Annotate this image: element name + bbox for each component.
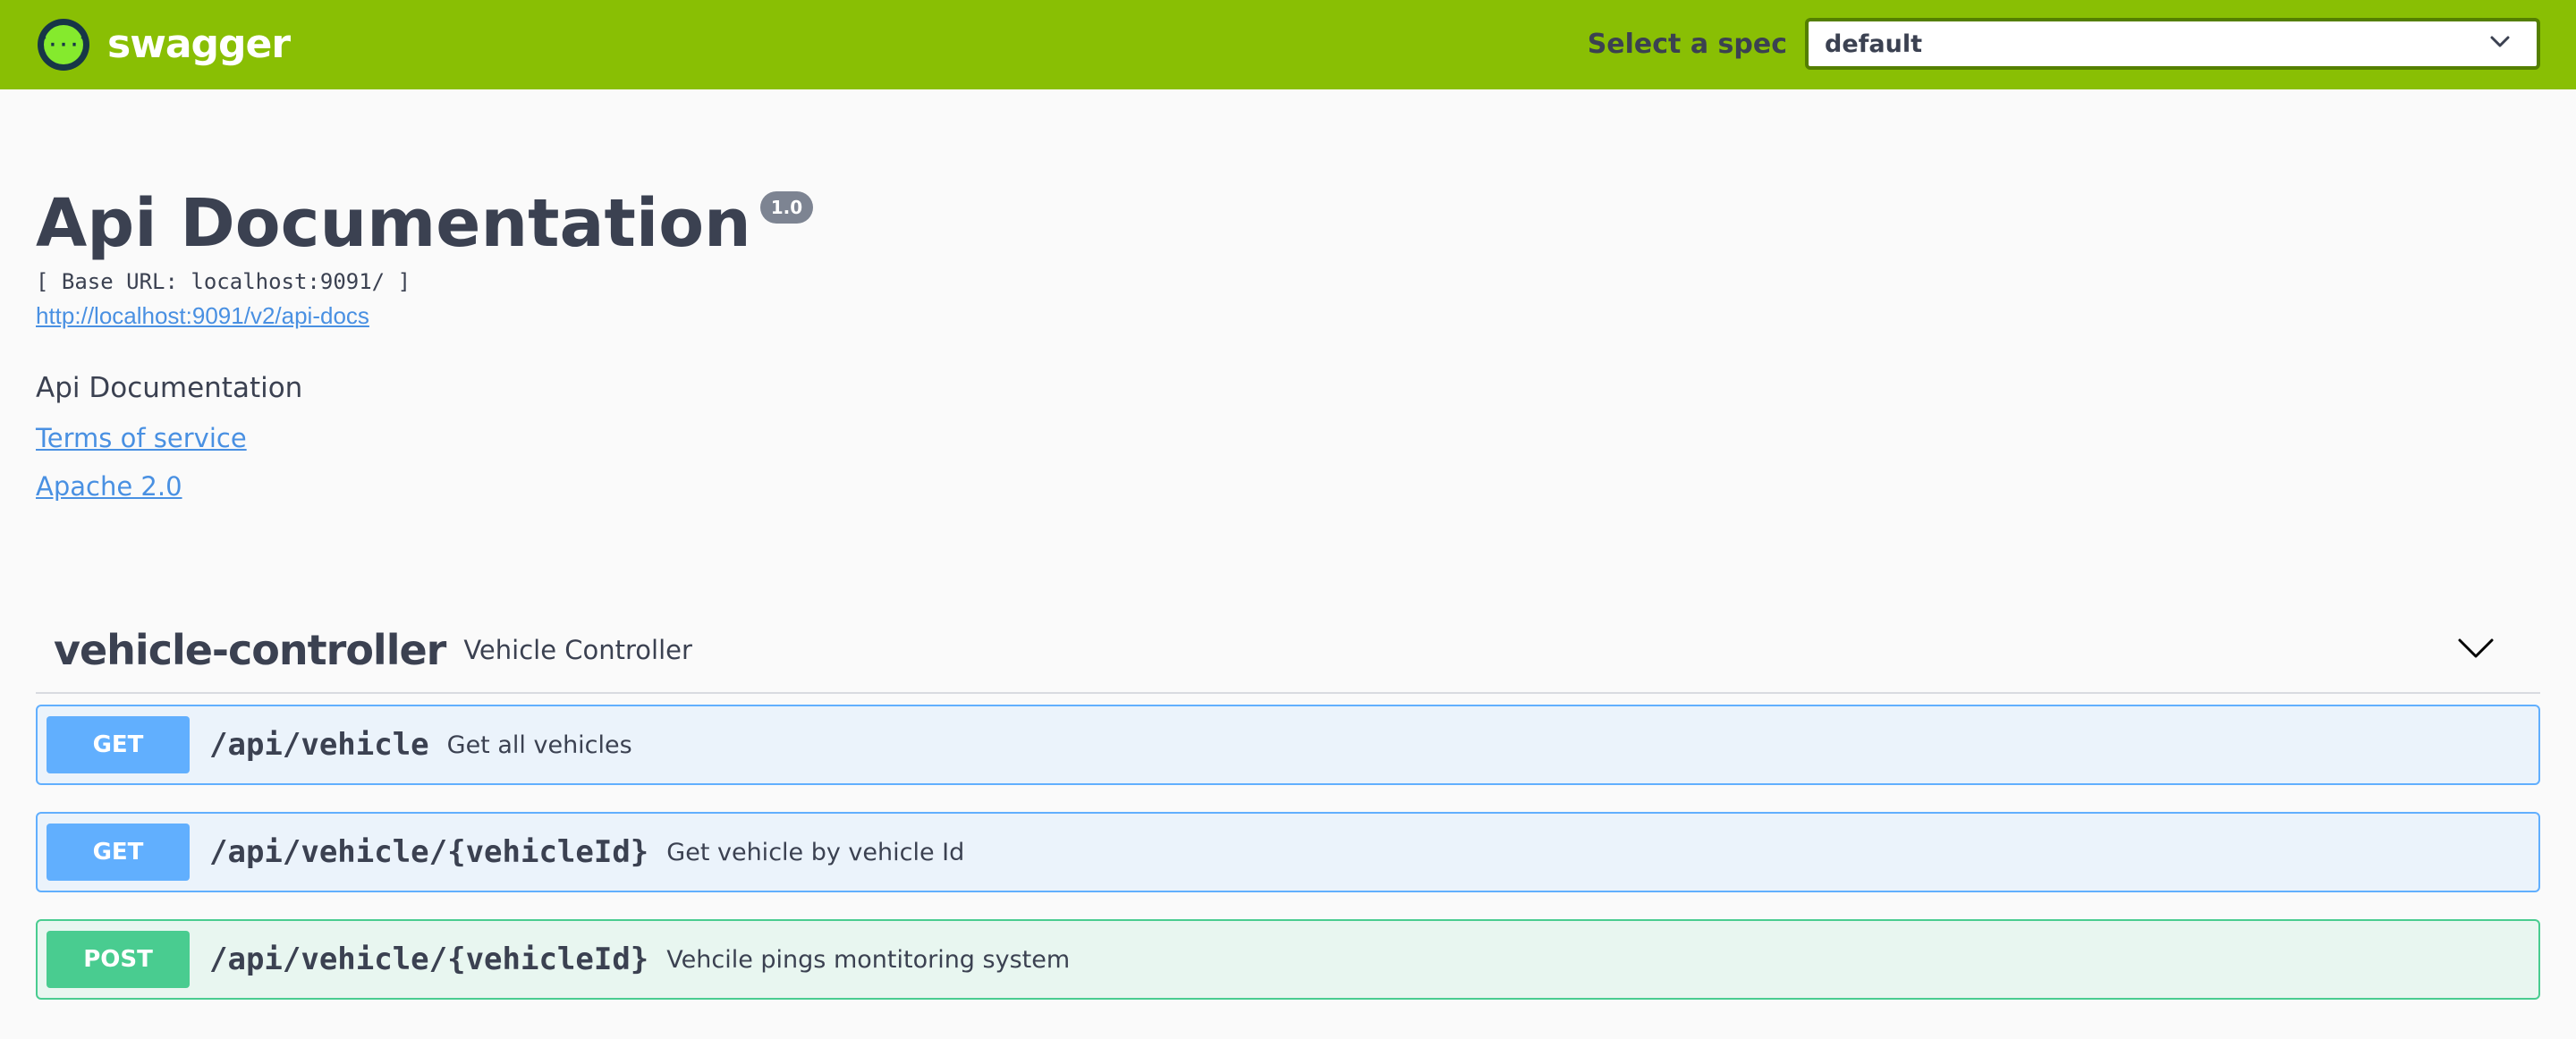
svg-text:{···}: {···} (38, 34, 89, 55)
spec-select-label: Select a spec (1587, 29, 1787, 60)
base-url: [ Base URL: localhost:9091/ ] (36, 269, 411, 294)
operation-summary: Get vehicle by vehicle Id (666, 838, 965, 866)
method-badge: POST (47, 931, 190, 988)
method-badge: GET (47, 716, 190, 773)
topbar: {···} swagger Select a spec default (0, 0, 2576, 89)
chevron-down-icon (2490, 36, 2510, 53)
api-docs-link[interactable]: http://localhost:9091/v2/api-docs (36, 300, 369, 331)
spec-select-value: default (1825, 30, 1922, 58)
swagger-logo[interactable]: {···} swagger (38, 18, 291, 72)
operation-path: /api/vehicle/{vehicleId} (209, 942, 649, 977)
tag-header-vehicle-controller[interactable]: vehicle-controller Vehicle Controller (36, 608, 2540, 694)
chevron-down-icon[interactable] (2456, 635, 2496, 663)
operation-get-api-vehicle[interactable]: GET /api/vehicle Get all vehicles (36, 705, 2540, 785)
swagger-logo-icon: {···} (38, 19, 89, 71)
method-badge: GET (47, 824, 190, 881)
logo-text: swagger (107, 21, 291, 67)
tag-description: Vehicle Controller (463, 635, 692, 665)
operation-post-api-vehicle-by-id[interactable]: POST /api/vehicle/{vehicleId} Vehcile pi… (36, 919, 2540, 1000)
terms-of-service-link[interactable]: Terms of service (36, 420, 247, 456)
operation-path: /api/vehicle (209, 727, 429, 763)
operation-path: /api/vehicle/{vehicleId} (209, 834, 649, 870)
api-title-text: Api Documentation (36, 185, 751, 262)
api-title: Api Documentation 1.0 (36, 179, 814, 268)
operation-summary: Vehcile pings montitoring system (666, 945, 1071, 974)
spec-select[interactable]: default (1805, 18, 2540, 70)
tag-name: vehicle-controller (54, 626, 446, 674)
api-description: Api Documentation (36, 372, 303, 404)
version-badge: 1.0 (759, 191, 814, 224)
operation-get-api-vehicle-by-id[interactable]: GET /api/vehicle/{vehicleId} Get vehicle… (36, 812, 2540, 892)
license-link[interactable]: Apache 2.0 (36, 469, 182, 504)
operation-summary: Get all vehicles (446, 731, 632, 759)
